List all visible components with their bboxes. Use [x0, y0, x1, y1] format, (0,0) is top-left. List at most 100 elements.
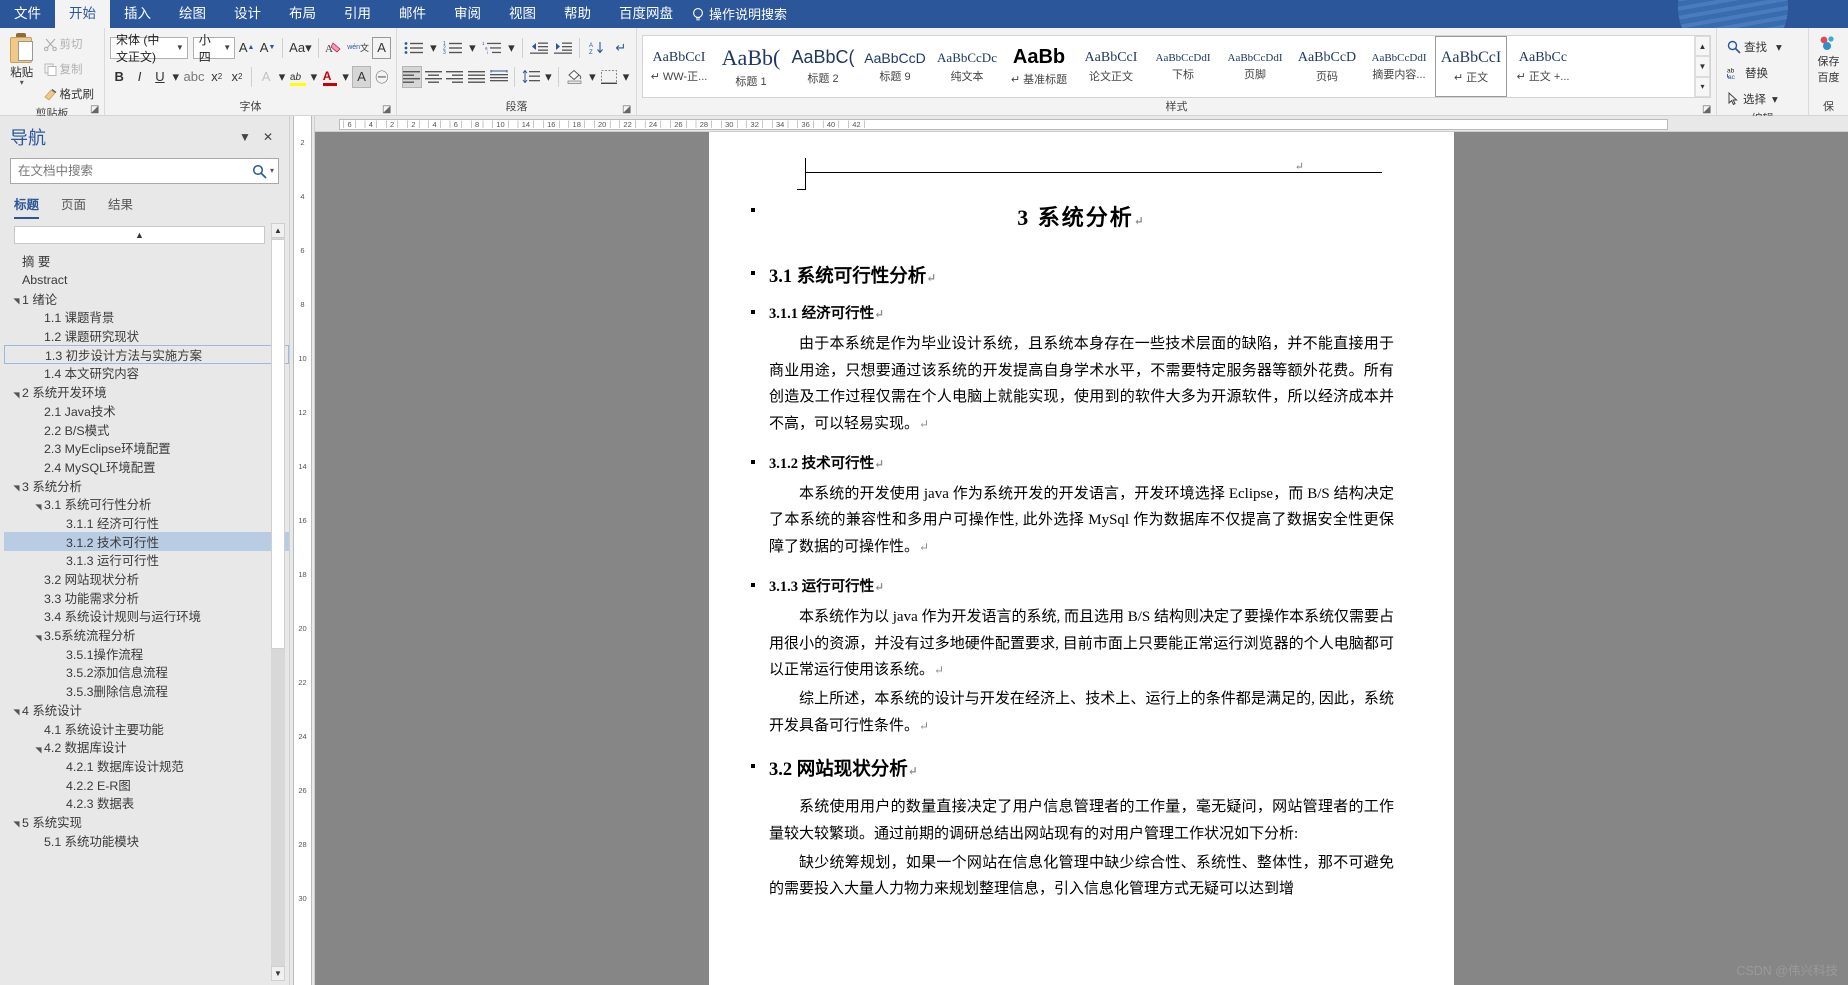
sort-button[interactable]: AZ	[585, 37, 609, 59]
expand-triangle-icon[interactable]: ◢	[12, 386, 21, 398]
style-item-5[interactable]: AaBb ↵ 基准标题	[1003, 36, 1075, 97]
style-item-6[interactable]: AaBbCcI 论文正文	[1075, 36, 1147, 97]
font-color-button[interactable]: A	[321, 66, 339, 88]
subscript-button[interactable]: x2	[207, 66, 225, 88]
style-item-4[interactable]: AaBbCcDc 纯文本	[931, 36, 1003, 97]
scroll-thumb[interactable]	[271, 239, 285, 649]
borders-button[interactable]	[599, 66, 619, 88]
multilevel-dropdown[interactable]: ▾	[506, 37, 517, 59]
paragraph-dialog-launcher[interactable]: ◪	[622, 104, 633, 115]
text-effects-dropdown[interactable]: ▾	[277, 66, 286, 88]
nav-tree-item[interactable]: 3.4 系统设计规则与运行环境	[4, 607, 289, 626]
nav-tab-results[interactable]: 结果	[108, 194, 133, 219]
navigation-scrollbar[interactable]: ▲ ▼	[271, 223, 285, 981]
nav-tree-item[interactable]: 摘 要	[4, 252, 289, 271]
format-painter-button[interactable]: 格式刷	[39, 83, 100, 105]
style-item-11-selected[interactable]: AaBbCcI ↵ 正文	[1435, 36, 1507, 97]
style-item-12[interactable]: AaBbCc ↵ 正文 +...	[1507, 36, 1579, 97]
ribbon-tab-layout[interactable]: 布局	[275, 0, 330, 28]
text-effects-button[interactable]: A	[257, 66, 275, 88]
justify-button[interactable]	[467, 66, 487, 88]
clear-formatting-button[interactable]: A	[324, 37, 344, 59]
nav-tree-item[interactable]: 3.2 网站现状分析	[4, 570, 289, 589]
expand-triangle-icon[interactable]: ◢	[34, 741, 43, 753]
align-right-button[interactable]	[445, 66, 465, 88]
nav-tree-item[interactable]: 5.1 系统功能模块	[4, 831, 289, 850]
bold-button[interactable]: B	[110, 66, 128, 88]
nav-tree-item[interactable]: ◢ 3.1 系统可行性分析	[4, 495, 289, 514]
expand-triangle-icon[interactable]: ◢	[34, 498, 43, 510]
shading-button[interactable]	[564, 66, 585, 88]
style-item-2[interactable]: AaBbC( 标题 2	[787, 36, 859, 97]
ribbon-tab-file[interactable]: 文件	[0, 0, 55, 28]
nav-tree-item[interactable]: 2.1 Java技术	[4, 402, 289, 421]
line-spacing-button[interactable]	[520, 66, 541, 88]
nav-tree-item[interactable]: 1.2 课题研究现状	[4, 327, 289, 346]
nav-tree-item[interactable]: 3.5.3删除信息流程	[4, 682, 289, 701]
nav-tree-item[interactable]: 1.4 本文研究内容	[4, 364, 289, 383]
nav-tree-item[interactable]: ◢ 1 绪论	[4, 289, 289, 308]
font-color-dropdown[interactable]: ▾	[341, 66, 350, 88]
paste-button[interactable]: 粘贴 ▾	[5, 31, 39, 87]
collapse-all-bar[interactable]: ▲	[14, 226, 265, 244]
clipboard-dialog-launcher[interactable]: ◪	[90, 104, 101, 115]
expand-triangle-icon[interactable]: ◢	[12, 816, 21, 828]
phonetic-guide-button[interactable]: wén 文	[346, 37, 370, 59]
highlight-color-button[interactable]: ab	[289, 66, 307, 88]
superscript-button[interactable]: x2	[228, 66, 246, 88]
nav-tree-item[interactable]: 4.2.1 数据库设计规范	[4, 757, 289, 776]
navigation-search-box[interactable]: ▾	[10, 158, 279, 184]
highlight-dropdown[interactable]: ▾	[309, 66, 318, 88]
numbering-dropdown[interactable]: ▾	[467, 37, 478, 59]
navigation-close-icon[interactable]: ✕	[257, 130, 279, 144]
shading-dropdown[interactable]: ▾	[587, 66, 597, 88]
bullets-dropdown[interactable]: ▾	[428, 37, 439, 59]
enclose-character-button[interactable]: ㊀	[373, 66, 391, 88]
ribbon-tab-insert[interactable]: 插入	[110, 0, 165, 28]
nav-tree-item[interactable]: Abstract	[4, 271, 289, 290]
character-shading-button[interactable]: A	[352, 65, 371, 88]
style-item-8[interactable]: AaBbCcDdI 页脚	[1219, 36, 1291, 97]
ribbon-tab-references[interactable]: 引用	[330, 0, 385, 28]
nav-tree-item[interactable]: 3.5.2添加信息流程	[4, 663, 289, 682]
ribbon-tab-review[interactable]: 审阅	[440, 0, 495, 28]
nav-tree-item[interactable]: 4.2.3 数据表	[4, 794, 289, 813]
line-spacing-dropdown[interactable]: ▾	[543, 66, 553, 88]
nav-tree-item[interactable]: 3.1.3 运行可行性	[4, 551, 289, 570]
align-center-button[interactable]	[424, 66, 444, 88]
nav-tree-item[interactable]: ◢ 2 系统开发环境	[4, 383, 289, 402]
nav-tree-item[interactable]: ◢ 4 系统设计	[4, 701, 289, 720]
ribbon-tab-view[interactable]: 视图	[495, 0, 550, 28]
multilevel-list-button[interactable]: 1 a i	[480, 37, 504, 59]
strikethrough-button[interactable]: abc	[183, 66, 206, 88]
align-left-button[interactable]	[402, 65, 422, 88]
replace-button[interactable]: ab ac 替换	[1722, 62, 1803, 84]
ribbon-tab-draw[interactable]: 绘图	[165, 0, 220, 28]
shrink-font-button[interactable]: A ▼	[258, 37, 277, 59]
ribbon-tab-design[interactable]: 设计	[220, 0, 275, 28]
bullets-button[interactable]	[402, 37, 426, 59]
ribbon-tab-mailings[interactable]: 邮件	[385, 0, 440, 28]
style-item-0[interactable]: AaBbCcI ↵ WW-正...	[643, 36, 715, 97]
underline-dropdown[interactable]: ▾	[171, 66, 180, 88]
nav-tree-item[interactable]: 3.1.1 经济可行性	[4, 514, 289, 533]
search-icon[interactable]	[252, 164, 267, 179]
font-dialog-launcher[interactable]: ◪	[382, 104, 393, 115]
ribbon-tab-help[interactable]: 帮助	[550, 0, 605, 28]
nav-tree-item[interactable]: 4.2.2 E-R图	[4, 775, 289, 794]
nav-tab-pages[interactable]: 页面	[61, 194, 86, 219]
nav-tree-item[interactable]: 2.2 B/S模式	[4, 420, 289, 439]
styles-dialog-launcher[interactable]: ◪	[1702, 104, 1713, 115]
expand-triangle-icon[interactable]: ◢	[34, 629, 43, 641]
increase-indent-button[interactable]	[552, 37, 574, 59]
copy-button[interactable]: 复制	[39, 58, 100, 80]
grow-font-button[interactable]: A ▲	[237, 37, 256, 59]
font-size-combobox[interactable]: 小四 ▼	[192, 33, 236, 64]
borders-dropdown[interactable]: ▾	[621, 66, 631, 88]
scroll-up-arrow[interactable]: ▲	[271, 223, 285, 238]
style-item-3[interactable]: AaBbCcD 标题 9	[859, 36, 931, 97]
search-input[interactable]	[18, 164, 252, 178]
nav-tree-item[interactable]: 2.4 MySQL环境配置	[4, 458, 289, 477]
nav-tree-item[interactable]: ◢ 3.5系统流程分析	[4, 626, 289, 645]
expand-triangle-icon[interactable]: ◢	[12, 704, 21, 716]
